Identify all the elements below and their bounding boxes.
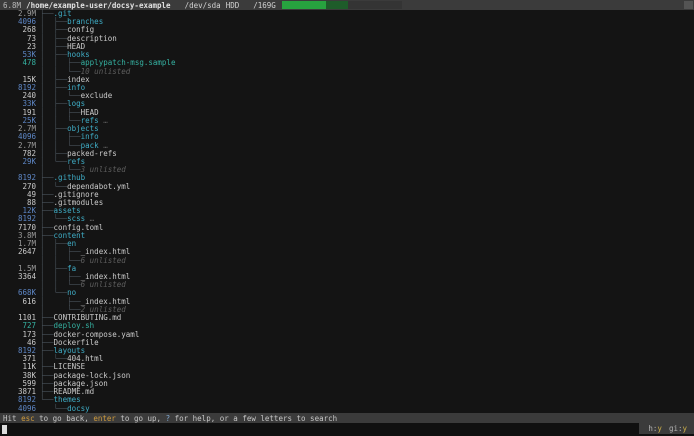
input-cursor xyxy=(2,425,7,434)
tree-row[interactable]: 23│ ├──HEAD xyxy=(0,43,694,51)
entry-name: 3 unlisted xyxy=(81,166,126,174)
flag-value: y xyxy=(657,424,662,433)
size-cell: 2647 xyxy=(0,248,36,256)
scrollbar-thumb[interactable] xyxy=(684,1,693,9)
size-cell: 478 xyxy=(0,59,36,67)
tree-row[interactable]: 15K│ ├──index xyxy=(0,76,694,84)
toggle-flag-gi: gi:y xyxy=(669,424,687,433)
status-hint: Hit esc to go back, enter to go up, ? fo… xyxy=(0,413,694,423)
size-cell: 29K xyxy=(0,158,36,166)
hint-text: to go up, xyxy=(116,414,166,423)
file-tree: 2.9M├──.git4096│ ├──branches268│ ├──conf… xyxy=(0,10,694,413)
gauge-fill-dim xyxy=(326,1,348,9)
flag-value: y xyxy=(682,424,687,433)
tree-branch: └── xyxy=(40,405,67,413)
tree-row[interactable]: 46├──Dockerfile xyxy=(0,339,694,347)
tree-row[interactable]: 2.7M│ ├──objects xyxy=(0,125,694,133)
tree-row[interactable]: 33K│ ├──logs xyxy=(0,100,694,108)
device-name: /dev/sda xyxy=(185,1,221,10)
tree-row[interactable]: 4096│ ├──branches xyxy=(0,18,694,26)
tree-row[interactable]: 88├──.gitmodules xyxy=(0,199,694,207)
tree-row[interactable]: 1101├──CONTRIBUTING.md xyxy=(0,314,694,322)
tree-row[interactable]: 12K├──assets xyxy=(0,207,694,215)
hint-text: to go back, xyxy=(35,414,94,423)
entry-name: 6 unlisted xyxy=(81,257,126,265)
size-cell: 3364 xyxy=(0,273,36,281)
hint-text: for help, or a few letters to search xyxy=(170,414,337,423)
tree-row[interactable]: 599├──package.json xyxy=(0,380,694,388)
root-line[interactable]: 6.8M /home/example-user/docsy-example /d… xyxy=(0,0,694,10)
tree-row[interactable]: 3871├──README.md xyxy=(0,388,694,396)
entry-name: 6 unlisted xyxy=(81,281,126,289)
tree-row[interactable]: │ │ └──6 unlisted xyxy=(0,257,694,265)
tree-row[interactable]: │ │ └──6 unlisted xyxy=(0,281,694,289)
tree-row[interactable]: 73│ ├──description xyxy=(0,35,694,43)
tree-row[interactable]: 173├──docker-compose.yaml xyxy=(0,331,694,339)
entry-name: exclude xyxy=(81,92,113,100)
tree-row[interactable]: 240│ │ └──exclude xyxy=(0,92,694,100)
disk-type-badge: HDD xyxy=(226,1,240,10)
toggle-flags: h:ygi:y xyxy=(639,423,694,434)
tree-row[interactable]: 3.8M├──content xyxy=(0,232,694,240)
tree-row[interactable]: 371│ └──404.html xyxy=(0,355,694,363)
toggle-flag-h: h:y xyxy=(648,424,662,433)
tree-row[interactable]: 8192│ └──scss … xyxy=(0,215,694,223)
tree-row[interactable]: │ └──3 unlisted xyxy=(0,166,694,174)
tree-row[interactable]: 8192├──layouts xyxy=(0,347,694,355)
flag-label: gi: xyxy=(669,424,683,433)
hint-text: Hit xyxy=(3,414,21,423)
hint-key: enter xyxy=(93,414,116,423)
truncation-ellipsis: … xyxy=(99,117,108,125)
tree-row[interactable]: │ │ └──10 unlisted xyxy=(0,68,694,76)
tree-row[interactable]: 270│ └──dependabot.yml xyxy=(0,183,694,191)
entry-name: docsy xyxy=(67,405,90,413)
size-cell: 616 xyxy=(0,298,36,306)
broot-terminal: 6.8M /home/example-user/docsy-example /d… xyxy=(0,0,694,436)
hint-key: esc xyxy=(21,414,35,423)
tree-row[interactable]: 8192└──themes xyxy=(0,396,694,404)
tree-row[interactable]: 782│ ├──packed-refs xyxy=(0,150,694,158)
gauge-fill-used xyxy=(282,1,326,9)
tree-row[interactable]: 7170├──config.toml xyxy=(0,224,694,232)
disk-capacity: /169G xyxy=(253,1,276,10)
tree-row[interactable]: 2.9M├──.git xyxy=(0,10,694,18)
search-input-line[interactable]: h:ygi:y xyxy=(0,423,694,436)
tree-row[interactable]: 4096 └──docsy xyxy=(0,405,694,413)
tree-row[interactable]: 25K│ │ └──refs … xyxy=(0,117,694,125)
disk-usage-gauge xyxy=(282,1,402,9)
size-cell: 4096 xyxy=(0,405,36,413)
tree-row[interactable]: 49├──.gitignore xyxy=(0,191,694,199)
